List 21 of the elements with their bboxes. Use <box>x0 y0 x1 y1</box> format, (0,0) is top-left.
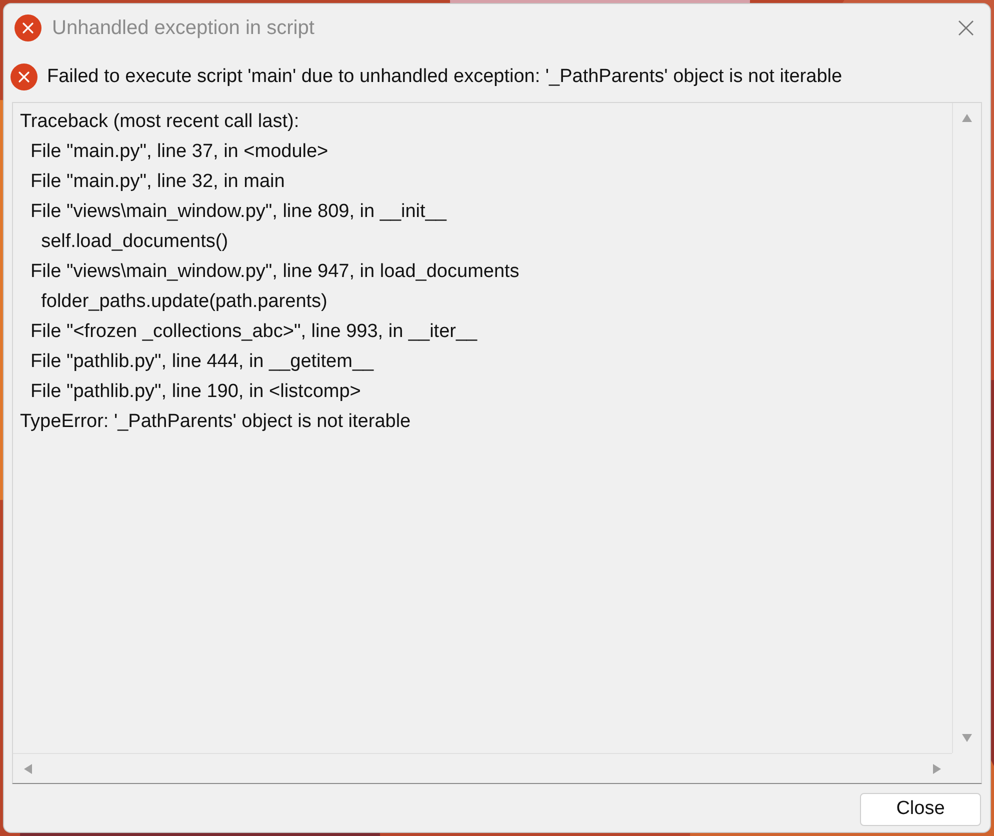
traceback-line: Traceback (most recent call last): <box>20 110 300 134</box>
traceback-line: self.load_documents() <box>40 230 228 254</box>
scroll-right-icon[interactable] <box>932 762 942 774</box>
scroll-up-icon[interactable] <box>961 113 973 123</box>
scroll-down-icon[interactable] <box>961 733 973 743</box>
error-icon <box>10 63 38 91</box>
traceback-line: folder_paths.update(path.parents) <box>40 290 328 314</box>
traceback-line: File "main.py", line 37, in <module> <box>30 140 328 164</box>
close-icon[interactable] <box>956 18 976 38</box>
error-message: Failed to execute script 'main' due to unhandled exception: '_PathParents' object is not iterable <box>47 64 842 89</box>
traceback-line: File "main.py", line 32, in main <box>30 170 285 194</box>
close-button[interactable]: Close <box>860 793 981 826</box>
scroll-left-icon[interactable] <box>23 762 33 774</box>
traceback-line: File "views\main_window.py", line 809, in __init__ <box>30 200 446 224</box>
error-icon <box>14 14 42 42</box>
traceback-line: File "views\main_window.py", line 947, in load_documents <box>30 260 520 284</box>
traceback-line: TypeError: '_PathParents' object is not iterable <box>20 410 411 434</box>
traceback-line: File "pathlib.py", line 190, in <listcomp> <box>30 380 361 404</box>
traceback-line: File "pathlib.py", line 444, in __getitem__ <box>30 350 374 374</box>
window-title: Unhandled exception in script <box>52 16 316 41</box>
traceback-line: File "<frozen _collections_abc>", line 993, in __iter__ <box>30 320 478 344</box>
